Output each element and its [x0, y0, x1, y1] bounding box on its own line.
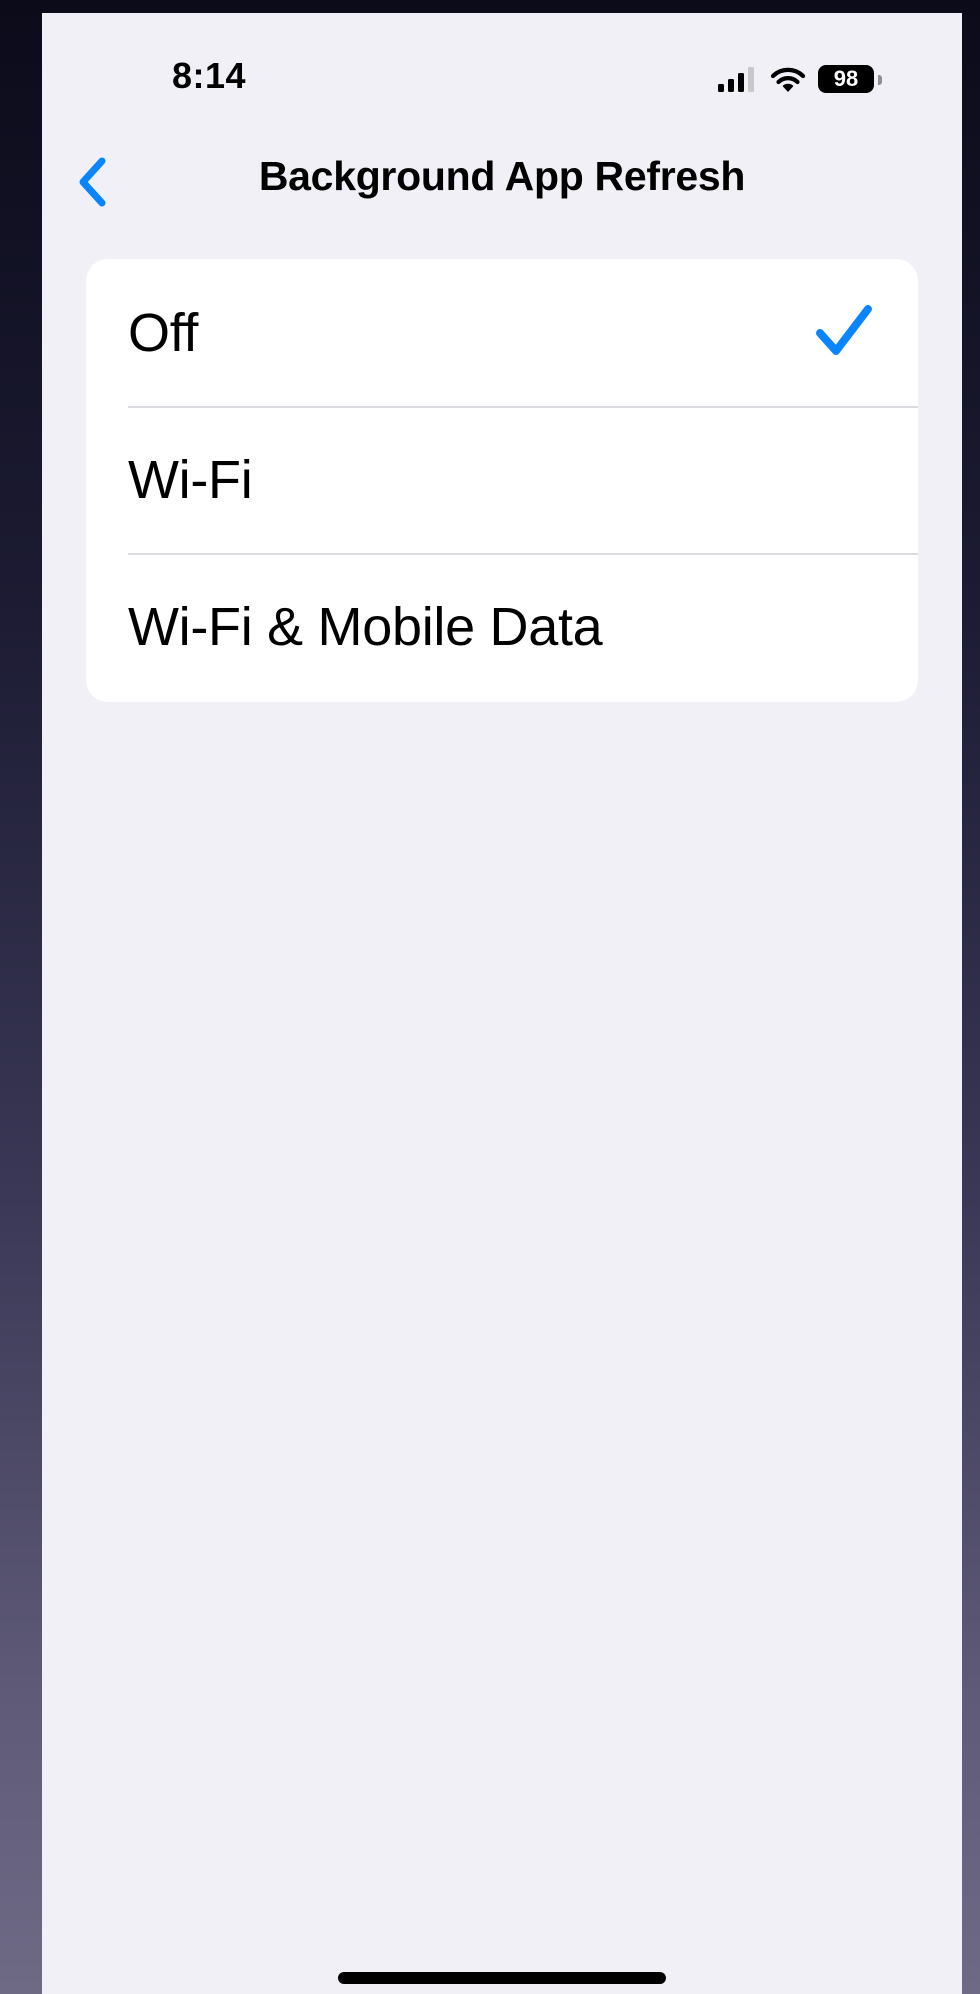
battery-icon: 98 [818, 63, 882, 95]
option-off[interactable]: Off [86, 259, 918, 406]
status-indicators: 98 [718, 59, 882, 99]
home-indicator[interactable] [338, 1972, 666, 1984]
phone-screen: 8:14 98 Background App Refresh Off Wi-Fi… [42, 13, 962, 1994]
option-label: Wi-Fi & Mobile Data [128, 596, 603, 657]
checkmark-icon [816, 305, 872, 355]
page-title: Background App Refresh [258, 153, 746, 199]
signal-icon [718, 67, 754, 92]
options-list: Off Wi-Fi Wi-Fi & Mobile Data [86, 259, 918, 702]
wifi-icon [770, 67, 806, 92]
option-wifi-mobile-data[interactable]: Wi-Fi & Mobile Data [86, 553, 918, 700]
option-wifi[interactable]: Wi-Fi [86, 406, 918, 553]
battery-level: 98 [818, 65, 874, 93]
option-label: Off [128, 302, 199, 363]
status-bar: 8:14 98 [42, 13, 962, 133]
navigation-bar: Background App Refresh [42, 133, 962, 233]
option-label: Wi-Fi [128, 449, 253, 510]
status-time: 8:14 [172, 55, 247, 96]
